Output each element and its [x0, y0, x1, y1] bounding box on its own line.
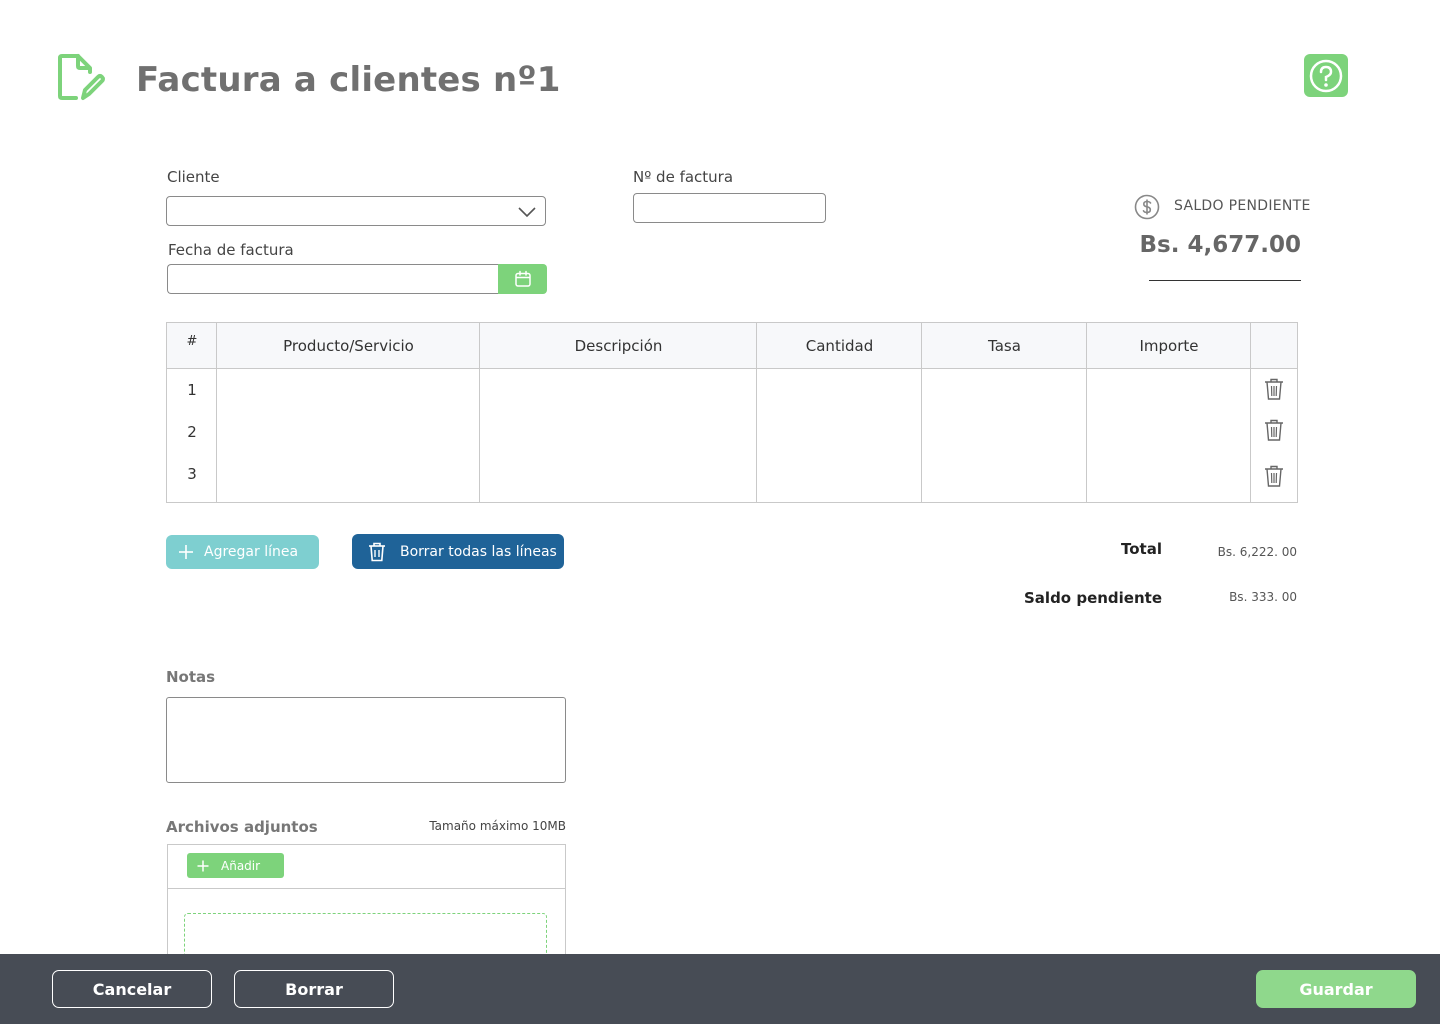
help-button[interactable]: [1304, 54, 1348, 97]
delete-row-button[interactable]: [1263, 377, 1285, 401]
divider: [1149, 280, 1301, 281]
trash-icon: [1265, 419, 1283, 441]
row-number: 3: [187, 465, 197, 483]
help-icon: [1309, 59, 1343, 92]
fecha-input[interactable]: [167, 264, 499, 294]
clear-all-lines-label: Borrar todas las líneas: [400, 543, 557, 560]
notas-textarea[interactable]: [166, 697, 566, 783]
row-number: 1: [187, 381, 197, 399]
max-size-note: Tamaño máximo 10MB: [429, 819, 566, 833]
column-header-tasa: Tasa: [988, 337, 1021, 355]
calendar-icon: [514, 270, 531, 287]
edit-document-icon: [56, 52, 106, 104]
cliente-select[interactable]: [166, 196, 546, 226]
items-table: # Producto/Servicio Descripción Cantidad…: [166, 322, 1298, 503]
plus-icon: [197, 860, 209, 871]
cancel-button[interactable]: Cancelar: [52, 970, 212, 1008]
column-header-cantidad: Cantidad: [805, 337, 874, 355]
chevron-down-icon: [518, 207, 536, 218]
footer-bar: Cancelar Borrar Guardar: [0, 954, 1440, 1024]
saldo-pendiente-total-label: Saldo pendiente: [1024, 589, 1162, 607]
column-header-importe: Importe: [1139, 337, 1199, 355]
plus-icon: [179, 545, 193, 559]
total-label: Total: [1121, 540, 1162, 558]
column-header-number: #: [186, 334, 198, 349]
column-divider: [1250, 323, 1251, 502]
total-value: Bs. 6,222. 00: [1217, 545, 1297, 559]
column-header-descripcion: Descripción: [574, 337, 663, 355]
save-button[interactable]: Guardar: [1256, 970, 1416, 1008]
column-divider: [479, 323, 480, 502]
fecha-label: Fecha de factura: [168, 241, 294, 259]
dollar-icon: [1134, 194, 1160, 220]
saldo-pendiente-amount: Bs. 4,677.00: [1139, 232, 1301, 258]
cliente-label: Cliente: [167, 168, 220, 186]
add-line-button[interactable]: Agregar línea: [166, 535, 319, 569]
add-attachment-button[interactable]: Añadir: [187, 853, 284, 878]
delete-row-button[interactable]: [1263, 418, 1285, 442]
nfactura-input[interactable]: [633, 193, 826, 223]
trash-icon: [369, 542, 385, 561]
nfactura-label: Nº de factura: [633, 168, 734, 186]
saldo-pendiente-total-value: Bs. 333. 00: [1229, 590, 1297, 604]
add-attachment-label: Añadir: [221, 858, 261, 873]
clear-all-lines-button[interactable]: Borrar todas las líneas: [352, 534, 564, 569]
notas-label: Notas: [166, 668, 216, 686]
column-header-producto: Producto/Servicio: [283, 337, 414, 355]
archivos-adjuntos-label: Archivos adjuntos: [166, 818, 318, 836]
saldo-pendiente-label: SALDO PENDIENTE: [1174, 198, 1311, 214]
trash-icon: [1265, 378, 1283, 400]
calendar-button[interactable]: [498, 264, 547, 294]
delete-button[interactable]: Borrar: [234, 970, 394, 1008]
page-title: Factura a clientes nº1: [136, 60, 561, 100]
column-divider: [756, 323, 757, 502]
trash-icon: [1265, 465, 1283, 487]
add-line-label: Agregar línea: [204, 544, 299, 560]
column-divider: [921, 323, 922, 502]
row-number: 2: [187, 423, 197, 441]
column-divider: [1086, 323, 1087, 502]
delete-row-button[interactable]: [1263, 464, 1285, 488]
table-header: # Producto/Servicio Descripción Cantidad…: [167, 323, 1297, 369]
